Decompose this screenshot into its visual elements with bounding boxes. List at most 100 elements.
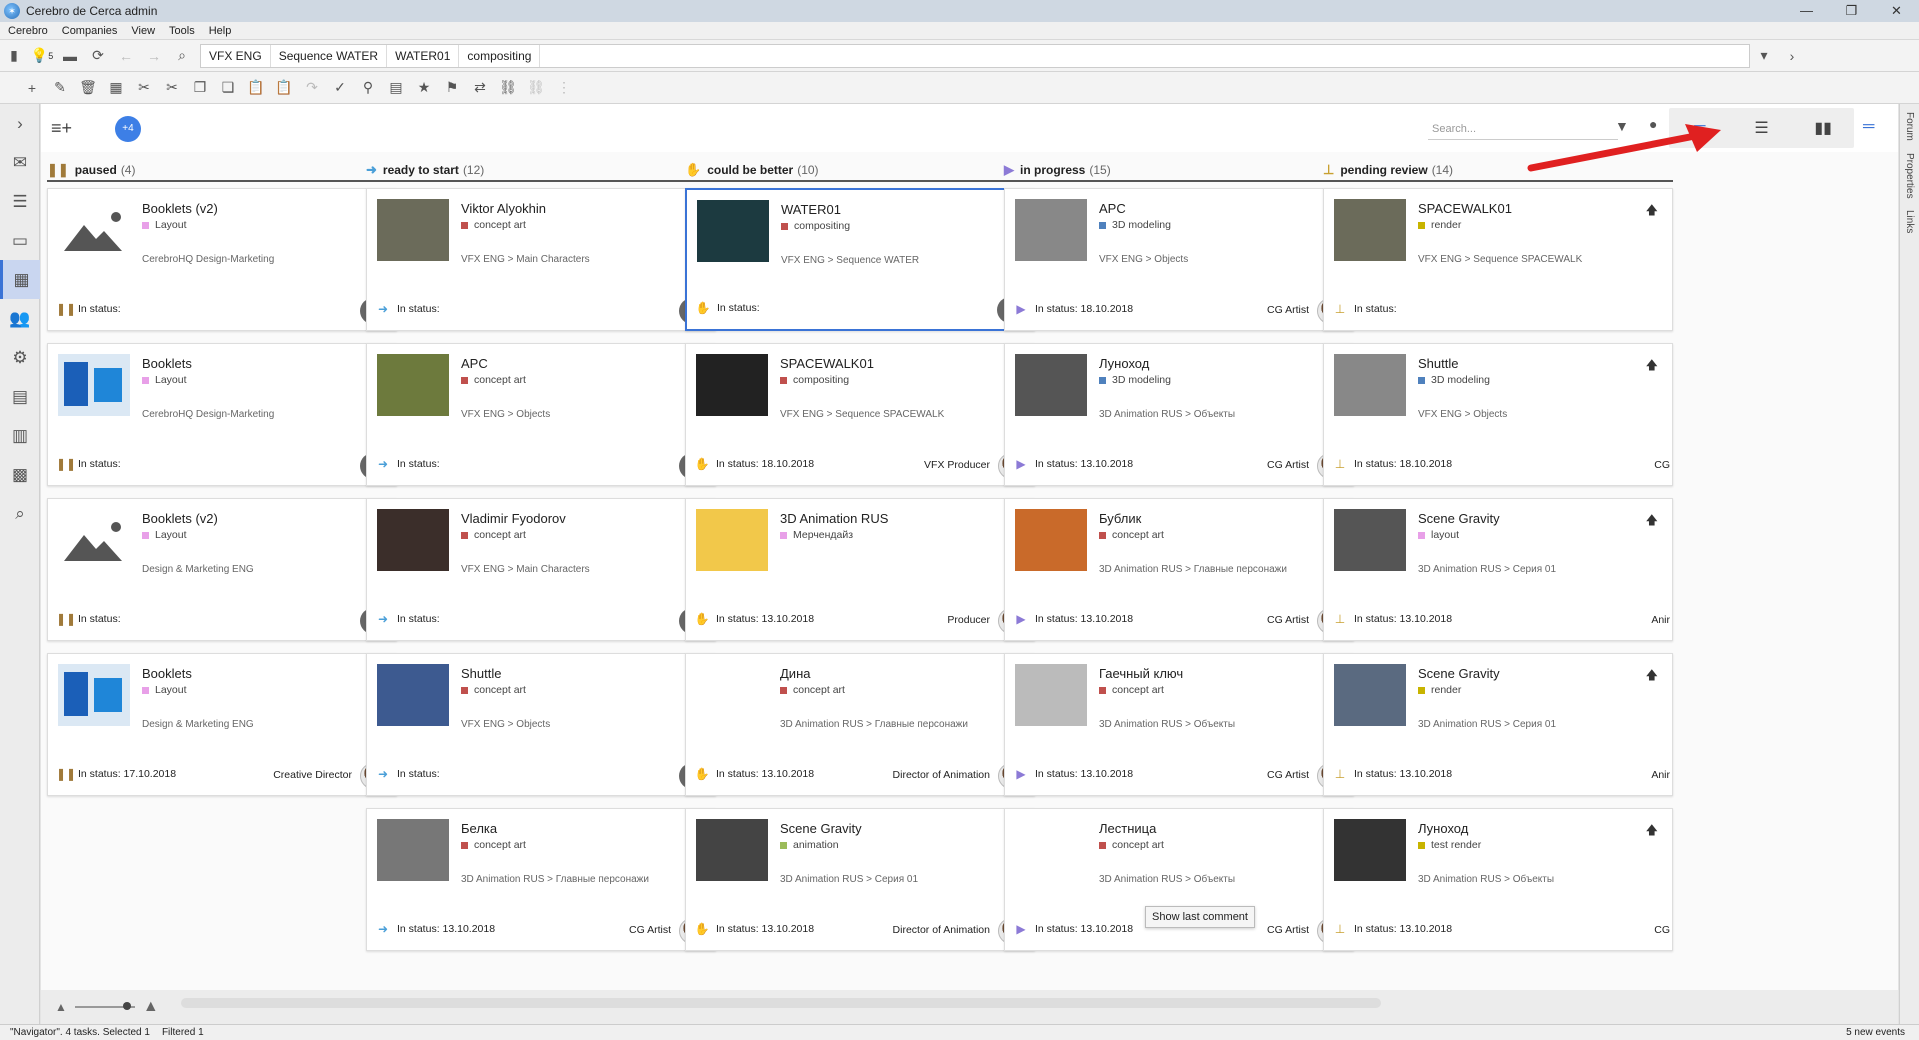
hand-icon[interactable]: ✋ bbox=[694, 457, 710, 471]
column-header[interactable]: ❚❚ paused (4) bbox=[47, 160, 397, 182]
chevron-right-icon[interactable]: › bbox=[1778, 42, 1806, 70]
task-card[interactable]: Booklets (v2) Layout Design & Marketing EN… bbox=[47, 498, 397, 641]
pause-icon[interactable]: ❚❚ bbox=[56, 767, 76, 781]
zoom-out-icon[interactable]: ▲ bbox=[55, 1000, 67, 1014]
task-card[interactable]: Shuttle 3D modeling VFX ENG > Objects 🡅 ⊥ In … bbox=[1323, 343, 1673, 486]
task-title[interactable]: SPACEWALK01 bbox=[1418, 201, 1512, 216]
task-thumbnail[interactable] bbox=[377, 199, 449, 261]
view-columns-icon[interactable]: ▮▮ bbox=[1793, 111, 1853, 145]
task-path[interactable]: VFX ENG > Main Characters bbox=[461, 564, 590, 575]
task-title[interactable]: Scene Gravity bbox=[780, 821, 862, 836]
hand-icon[interactable]: ✋ bbox=[694, 767, 710, 781]
pause-icon[interactable]: ❚❚ bbox=[56, 612, 76, 626]
task-card[interactable]: Лестница concept art 3D Animation RUS > Об… bbox=[1004, 808, 1354, 951]
task-card[interactable]: Луноход 3D modeling 3D Animation RUS > Объ… bbox=[1004, 343, 1354, 486]
arrow-right-icon[interactable]: ➜ bbox=[375, 457, 391, 471]
task-path[interactable]: VFX ENG > Objects bbox=[461, 409, 550, 420]
add-column-icon[interactable]: ≡+ bbox=[51, 118, 72, 139]
task-thumbnail[interactable] bbox=[377, 354, 449, 416]
task-title[interactable]: Лестница bbox=[1099, 821, 1156, 836]
task-path[interactable]: 3D Animation RUS > Серия 01 bbox=[1418, 719, 1556, 730]
star-icon[interactable]: ★ bbox=[410, 79, 438, 96]
view-single-icon[interactable]: ═ bbox=[1863, 118, 1874, 136]
cut-icon[interactable]: ✂ bbox=[130, 79, 158, 96]
task-title[interactable]: Booklets (v2) bbox=[142, 201, 218, 216]
calendar-icon[interactable]: ▩ bbox=[0, 455, 40, 494]
copy-tree-icon[interactable]: ❏ bbox=[214, 79, 242, 96]
menu-tools[interactable]: Tools bbox=[169, 25, 195, 37]
priority-icon[interactable]: 🡅 bbox=[1646, 666, 1658, 687]
task-title[interactable]: Луноход bbox=[1418, 821, 1468, 836]
task-card[interactable]: Scene Gravity animation 3D Animation RUS >… bbox=[685, 808, 1035, 951]
task-path[interactable]: 3D Animation RUS > Главные персонажи bbox=[461, 874, 649, 885]
task-thumbnail[interactable] bbox=[1334, 819, 1406, 881]
task-card[interactable]: Booklets (v2) Layout CerebroHQ Design-Mark… bbox=[47, 188, 397, 331]
tab-forum[interactable]: Forum bbox=[1904, 112, 1915, 141]
board-icon[interactable]: ▦ bbox=[0, 260, 40, 299]
task-card[interactable]: SPACEWALK01 render VFX ENG > Sequence SPAC… bbox=[1323, 188, 1673, 331]
sidebar-toggle-icon[interactable]: ▮ bbox=[0, 42, 28, 70]
task-path[interactable]: 3D Animation RUS > Объекты bbox=[1099, 409, 1235, 420]
delete-icon[interactable]: 🗑 bbox=[74, 79, 102, 96]
close-button[interactable]: ✕ bbox=[1874, 0, 1919, 22]
zoom-in-icon[interactable]: ▲ bbox=[143, 998, 159, 1016]
arrow-right-icon[interactable]: ➜ bbox=[375, 612, 391, 626]
task-thumbnail[interactable] bbox=[696, 509, 768, 571]
breadcrumb-item[interactable]: WATER01 bbox=[387, 44, 460, 67]
task-thumbnail[interactable] bbox=[58, 664, 130, 726]
stamp-icon[interactable]: ⊥ bbox=[1332, 302, 1348, 316]
task-thumbnail[interactable] bbox=[1015, 354, 1087, 416]
filter-status[interactable]: Filtered 1 bbox=[162, 1027, 204, 1038]
mail-icon[interactable]: ✉ bbox=[0, 143, 40, 182]
task-path[interactable]: VFX ENG > Sequence SPACEWALK bbox=[1418, 254, 1582, 265]
breadcrumb-item[interactable]: VFX ENG bbox=[201, 44, 271, 67]
expand-icon[interactable]: › bbox=[0, 104, 40, 143]
task-path[interactable]: CerebroHQ Design-Marketing bbox=[142, 254, 274, 265]
dropdown-icon[interactable]: ▾ bbox=[1750, 42, 1778, 70]
task-path[interactable]: 3D Animation RUS > Серия 01 bbox=[780, 874, 918, 885]
view-list-icon[interactable]: ☰ bbox=[1731, 111, 1791, 145]
more-users-badge[interactable]: +4 bbox=[115, 116, 141, 142]
stamp-icon[interactable]: ⊥ bbox=[1332, 767, 1348, 781]
copy-icon[interactable]: ❐ bbox=[186, 79, 214, 96]
stamp-icon[interactable]: ⊥ bbox=[1332, 457, 1348, 471]
notes-icon[interactable]: ▤ bbox=[0, 377, 40, 416]
column-header[interactable]: ✋ could be better (10) bbox=[685, 160, 1035, 182]
task-card[interactable]: Booklets Layout CerebroHQ Design-Marketing… bbox=[47, 343, 397, 486]
task-title[interactable]: Scene Gravity bbox=[1418, 666, 1500, 681]
task-path[interactable]: Design & Marketing ENG bbox=[142, 719, 254, 730]
link-icon[interactable]: ⛓ bbox=[494, 79, 522, 96]
flag-icon[interactable]: ⚑ bbox=[438, 79, 466, 96]
play-icon[interactable]: ▶ bbox=[1013, 302, 1029, 316]
task-card[interactable]: APCconcept artVFX ENG > Objects🡅➜In stat… bbox=[366, 343, 716, 486]
horizontal-scrollbar[interactable] bbox=[181, 998, 1381, 1008]
task-path[interactable]: 3D Animation RUS > Объекты bbox=[1099, 874, 1235, 885]
task-thumbnail[interactable] bbox=[1334, 509, 1406, 571]
folder-icon[interactable]: ▭ bbox=[0, 221, 40, 260]
task-path[interactable]: VFX ENG > Sequence WATER bbox=[781, 255, 919, 266]
tab-properties[interactable]: Properties bbox=[1904, 153, 1915, 199]
task-path[interactable]: 3D Animation RUS > Объекты bbox=[1418, 874, 1554, 885]
priority-icon[interactable]: 🡅 bbox=[1646, 356, 1658, 377]
maximize-button[interactable]: ❐ bbox=[1829, 0, 1874, 22]
task-thumbnail[interactable] bbox=[1334, 354, 1406, 416]
task-card[interactable]: Scene Gravity layout 3D Animation RUS > Се… bbox=[1323, 498, 1673, 641]
task-card[interactable]: WATER01 compositing VFX ENG > Sequence WAT… bbox=[685, 188, 1035, 331]
search-icon[interactable]: ⌕ bbox=[168, 42, 196, 70]
task-card[interactable]: Луноход test render 3D Animation RUS > Объ… bbox=[1323, 808, 1673, 951]
priority-icon[interactable]: 🡅 bbox=[1646, 821, 1658, 842]
tab-links[interactable]: Links bbox=[1904, 210, 1915, 233]
task-title[interactable]: Гаечный ключ bbox=[1099, 666, 1183, 681]
task-path[interactable]: 3D Animation RUS > Серия 01 bbox=[1418, 564, 1556, 575]
task-path[interactable]: 3D Animation RUS > Объекты bbox=[1099, 719, 1235, 730]
column-header[interactable]: ➜ ready to start (12) bbox=[366, 160, 716, 182]
task-title[interactable]: Дина bbox=[780, 666, 810, 681]
task-thumbnail[interactable] bbox=[1015, 819, 1087, 881]
task-thumbnail[interactable] bbox=[1334, 199, 1406, 261]
task-thumbnail[interactable] bbox=[58, 509, 130, 571]
task-title[interactable]: Shuttle bbox=[1418, 356, 1458, 371]
cut-link-icon[interactable]: ✂ bbox=[158, 79, 186, 96]
more-icon[interactable]: ⋮ bbox=[550, 79, 578, 96]
task-thumbnail[interactable] bbox=[377, 509, 449, 571]
arrow-right-icon[interactable]: ➜ bbox=[375, 767, 391, 781]
